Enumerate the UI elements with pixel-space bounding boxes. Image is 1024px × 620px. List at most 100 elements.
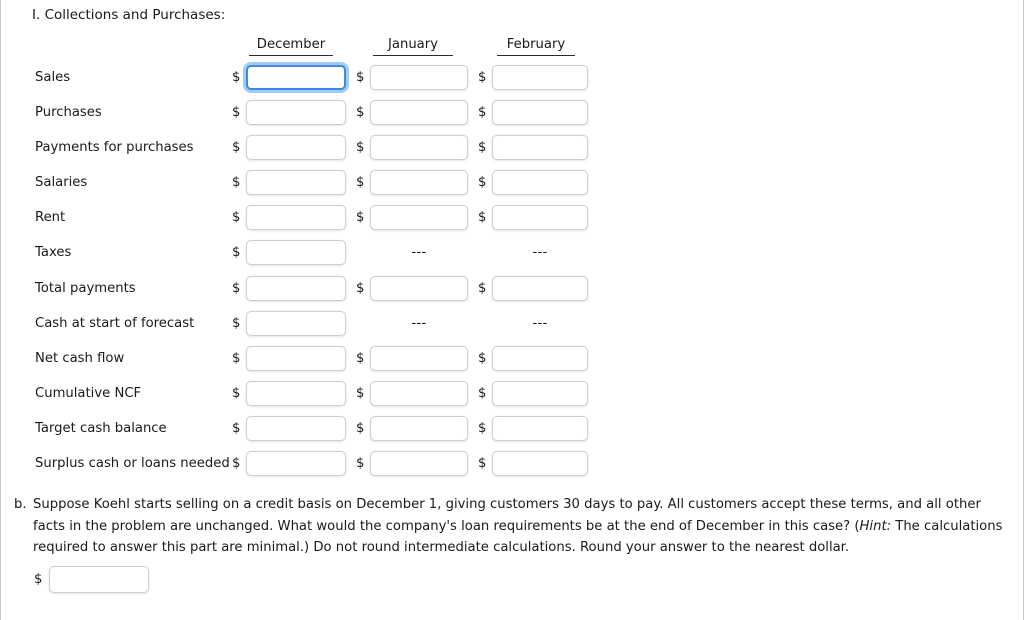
cell-input[interactable] xyxy=(246,135,346,161)
cell-input[interactable] xyxy=(370,415,468,441)
row-label: Sales xyxy=(35,70,71,85)
cell-input[interactable] xyxy=(246,415,346,441)
budget-row: Payments for purchases $ $ $ xyxy=(1,133,1023,168)
row-label: Net cash flow xyxy=(35,350,125,366)
cell-input[interactable] xyxy=(370,205,468,231)
cell-input[interactable] xyxy=(246,170,346,196)
currency-symbol: $ xyxy=(356,175,365,191)
section-title: I. Collections and Purchases: xyxy=(32,7,226,23)
currency-symbol: $ xyxy=(356,210,365,226)
cell-input[interactable] xyxy=(492,345,588,371)
cell-input[interactable] xyxy=(492,380,588,406)
currency-symbol: $ xyxy=(478,175,487,191)
currency-symbol: $ xyxy=(478,350,487,366)
currency-symbol: $ xyxy=(232,456,241,472)
row-label: Target cash balance xyxy=(35,420,167,436)
currency-symbol: $ xyxy=(356,385,365,401)
cell-input[interactable] xyxy=(246,65,346,90)
currency-symbol: $ xyxy=(356,70,365,85)
column-header-february: February xyxy=(497,36,575,56)
currency-symbol: $ xyxy=(478,105,487,121)
currency-symbol: $ xyxy=(232,245,241,261)
budget-row: Cumulative NCF $ $ $ xyxy=(1,379,1023,414)
budget-row: Salaries $ $ $ xyxy=(1,168,1023,203)
currency-symbol: $ xyxy=(478,385,487,401)
currency-symbol: $ xyxy=(232,280,241,296)
currency-symbol: $ xyxy=(356,420,365,436)
cell-input[interactable] xyxy=(246,451,346,477)
cell-input[interactable] xyxy=(246,275,346,301)
cell-input[interactable] xyxy=(492,205,588,231)
row-label: Purchases xyxy=(35,105,102,121)
row-label: Cash at start of forecast xyxy=(35,315,195,331)
cell-input[interactable] xyxy=(370,275,468,301)
cell-input[interactable] xyxy=(246,345,346,371)
currency-symbol: $ xyxy=(356,280,365,296)
column-header-december: December xyxy=(249,36,333,56)
budget-row: Surplus cash or loans needed $ $ $ xyxy=(1,449,1023,484)
cell-input[interactable] xyxy=(246,205,346,231)
cell-input[interactable] xyxy=(370,451,468,477)
currency-symbol: $ xyxy=(478,456,487,472)
currency-symbol: $ xyxy=(356,140,365,156)
cell-input[interactable] xyxy=(492,135,588,161)
currency-symbol: $ xyxy=(232,420,241,436)
budget-row: Cash at start of forecast $ --- --- xyxy=(1,309,1023,344)
not-applicable-marker: --- xyxy=(411,315,427,331)
budget-row: Rent $ $ $ xyxy=(1,203,1023,238)
row-label: Rent xyxy=(35,210,66,226)
cell-input[interactable] xyxy=(492,170,588,196)
not-applicable-marker: --- xyxy=(532,245,548,261)
row-label: Salaries xyxy=(35,175,88,191)
currency-symbol: $ xyxy=(232,315,241,331)
currency-symbol: $ xyxy=(232,105,241,121)
row-label: Taxes xyxy=(35,245,72,261)
cell-input[interactable] xyxy=(370,135,468,161)
currency-symbol: $ xyxy=(232,350,241,366)
cell-input[interactable] xyxy=(492,415,588,441)
currency-symbol: $ xyxy=(232,385,241,401)
currency-symbol: $ xyxy=(232,140,241,156)
currency-symbol: $ xyxy=(34,572,43,587)
not-applicable-marker: --- xyxy=(532,315,548,331)
budget-row: Total payments $ $ $ xyxy=(1,274,1023,309)
cell-input[interactable] xyxy=(370,380,468,406)
budget-row: Target cash balance $ $ $ xyxy=(1,414,1023,449)
currency-symbol: $ xyxy=(478,140,487,156)
cell-input[interactable] xyxy=(370,100,468,126)
row-label: Payments for purchases xyxy=(35,140,194,156)
currency-symbol: $ xyxy=(478,210,487,226)
currency-symbol: $ xyxy=(356,105,365,121)
cell-input[interactable] xyxy=(370,345,468,371)
currency-symbol: $ xyxy=(356,456,365,472)
currency-symbol: $ xyxy=(232,175,241,191)
cell-input[interactable] xyxy=(492,451,588,477)
currency-symbol: $ xyxy=(478,420,487,436)
currency-symbol: $ xyxy=(232,70,241,85)
cell-input[interactable] xyxy=(492,275,588,301)
part-b-hint-label: Hint: xyxy=(859,518,892,534)
currency-symbol: $ xyxy=(232,210,241,226)
currency-symbol: $ xyxy=(478,70,487,85)
not-applicable-marker: --- xyxy=(411,245,427,261)
budget-row: Purchases $ $ $ xyxy=(1,98,1023,133)
cell-input[interactable] xyxy=(246,310,346,336)
worksheet-page: I. Collections and Purchases: December Ja… xyxy=(0,0,1024,620)
part-b-answer-input[interactable] xyxy=(49,566,149,593)
cell-input[interactable] xyxy=(370,170,468,196)
cell-input[interactable] xyxy=(492,100,588,126)
row-label: Surplus cash or loans needed xyxy=(35,456,230,472)
budget-rows: Sales $ $ $ Purchases $ $ $ Payments for purchas… xyxy=(1,63,1023,484)
cell-input[interactable] xyxy=(246,380,346,406)
cell-input[interactable] xyxy=(492,65,588,90)
currency-symbol: $ xyxy=(356,350,365,366)
currency-symbol: $ xyxy=(478,280,487,296)
cell-input[interactable] xyxy=(246,100,346,126)
part-b-question-text: Suppose Koehl starts selling on a credit… xyxy=(33,494,1011,559)
row-label: Total payments xyxy=(35,280,136,296)
cell-input[interactable] xyxy=(246,240,346,266)
cell-input[interactable] xyxy=(370,65,468,90)
row-label: Cumulative NCF xyxy=(35,385,142,401)
budget-row: Net cash flow $ $ $ xyxy=(1,344,1023,379)
part-b-marker: b. xyxy=(14,497,27,512)
